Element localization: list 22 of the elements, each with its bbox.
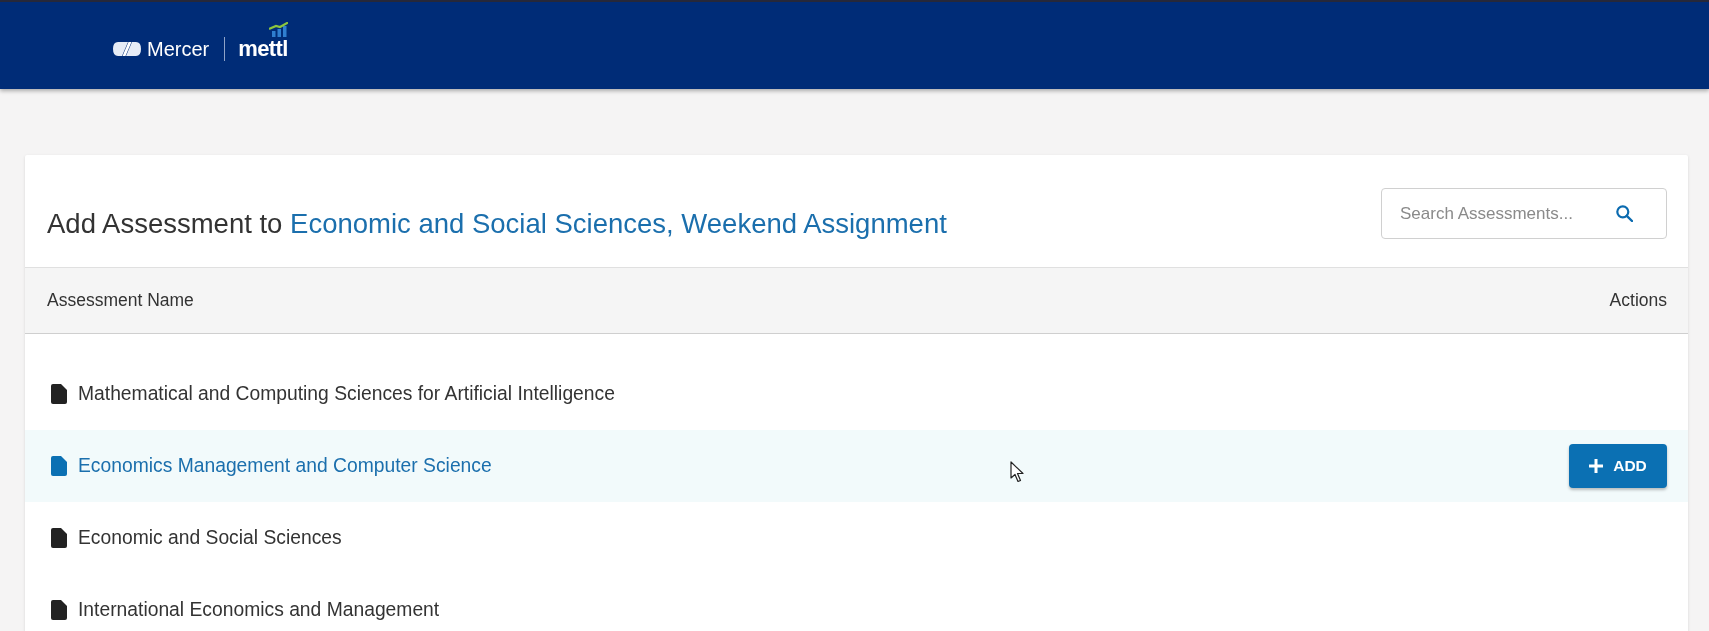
brand-name: Mercer: [147, 39, 210, 59]
assessment-name[interactable]: International Economics and Management: [78, 599, 440, 621]
add-button[interactable]: ADD: [1569, 444, 1667, 488]
column-header: Actions: [1609, 290, 1667, 311]
document-icon: [51, 600, 67, 620]
assessment-name[interactable]: Economics Management and Computer Science: [78, 455, 492, 477]
document-icon: [51, 456, 67, 476]
search-icon[interactable]: [1616, 205, 1633, 222]
document-icon: [51, 384, 67, 404]
table-row[interactable]: Economics Management and Computer Science ADD: [25, 430, 1688, 502]
product-name: mettl: [238, 38, 288, 60]
assessment-name[interactable]: Mathematical and Computing Sciences for Artificial Intelligence: [78, 383, 615, 405]
plus-icon: [1589, 459, 1604, 473]
assessment-name[interactable]: Economic and Social Sciences: [78, 527, 342, 549]
bar-chart-icon: [268, 22, 288, 37]
search-field[interactable]: Search Assessments...: [1381, 188, 1667, 239]
column-header: Assessment Name: [47, 290, 194, 311]
document-icon: [51, 528, 67, 548]
logo-icon: [113, 41, 141, 57]
mouse-cursor-icon: [1010, 461, 1024, 483]
page-title: Add Assessment to Economic and Social Sciences, Weekend Assignment: [47, 207, 947, 241]
title-link[interactable]: Economic and Social Sciences, Weekend Assignment: [290, 208, 947, 239]
